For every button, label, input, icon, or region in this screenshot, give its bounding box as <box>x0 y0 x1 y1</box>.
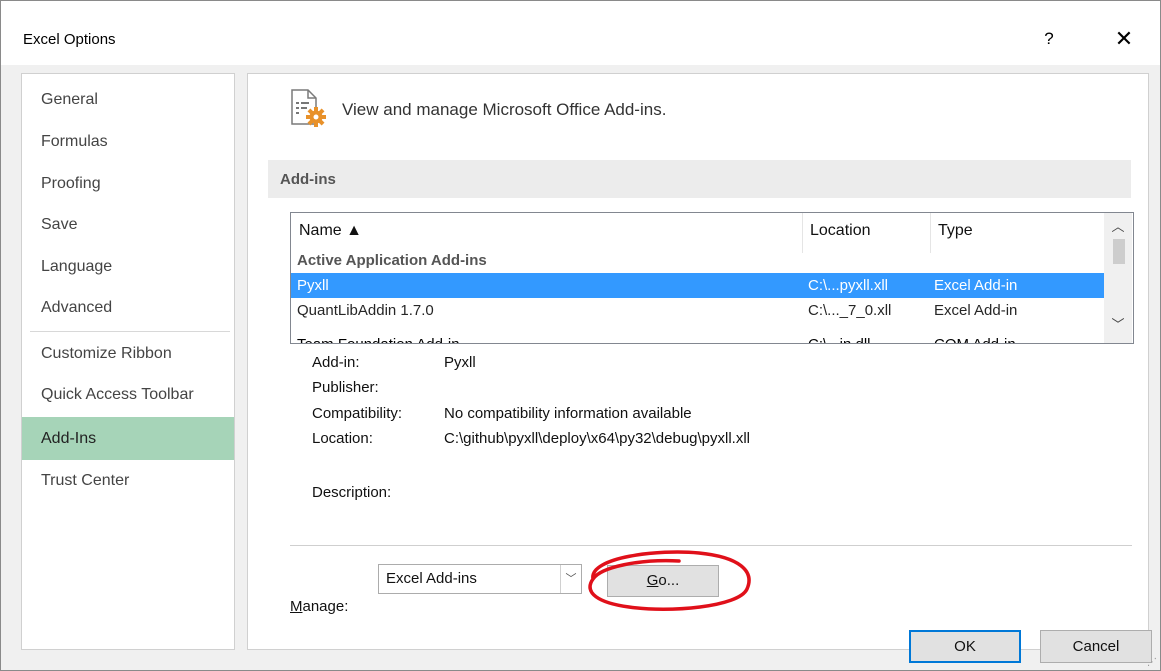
addin-label: Add-in: <box>312 354 360 371</box>
row-name: Pyxll <box>297 277 329 294</box>
sidebar-item-trust-center[interactable]: Trust Center <box>22 459 234 502</box>
column-header-type[interactable]: Type <box>938 213 973 249</box>
ok-button[interactable]: OK <box>909 630 1021 663</box>
sidebar-item-customize-ribbon[interactable]: Customize Ribbon <box>22 332 234 375</box>
page-header-text: View and manage Microsoft Office Add-ins… <box>342 100 667 119</box>
help-button[interactable]: ? <box>1029 19 1069 59</box>
manage-label-accesskey: M <box>290 598 303 615</box>
group-label: Active Application Add-ins <box>297 252 487 269</box>
location-label: Location: <box>312 430 373 447</box>
description-label: Description: <box>312 484 392 501</box>
row-type: COM Add-in <box>934 332 1016 343</box>
column-divider <box>802 213 803 253</box>
row-location: C:\...pyxll.xll <box>808 277 889 294</box>
section-header: Add-ins <box>268 160 1131 198</box>
row-type: Excel Add-in <box>934 302 1018 319</box>
addins-gear-icon <box>291 89 326 127</box>
compatibility-value: No compatibility information available <box>444 405 692 422</box>
publisher-label: Publisher: <box>312 379 379 396</box>
sidebar-nav: General Formulas Proofing Save Language … <box>21 73 235 650</box>
sidebar-item-proofing[interactable]: Proofing <box>22 162 234 205</box>
column-header-name[interactable]: Name ▲ <box>299 213 362 249</box>
chevron-down-icon[interactable]: ﹀ <box>560 565 581 593</box>
manage-label-rest: anage: <box>302 598 349 615</box>
sidebar-item-formulas[interactable]: Formulas <box>22 120 234 163</box>
title-bar: Excel Options ? ✕ <box>1 1 1160 65</box>
column-header-location[interactable]: Location <box>810 213 871 249</box>
sidebar-item-add-ins[interactable]: Add-Ins <box>22 417 234 460</box>
row-name: Team Foundation Add-in <box>297 332 460 343</box>
manage-select[interactable]: Excel Add-ins ﹀ <box>378 564 582 594</box>
sidebar-item-general[interactable]: General <box>22 78 234 121</box>
sidebar-item-save[interactable]: Save <box>22 203 234 246</box>
chevron-up-icon[interactable]: ︿ <box>1104 213 1132 237</box>
sidebar-item-quick-access-toolbar[interactable]: Quick Access Toolbar <box>22 373 234 416</box>
table-row[interactable]: QuantLibAddin 1.7.0 C:\..._7_0.xll Excel… <box>291 298 1104 323</box>
list-group-header: Active Application Add-ins <box>291 248 1104 273</box>
row-type: Excel Add-in <box>934 277 1018 294</box>
chevron-down-icon[interactable]: ﹀ <box>1104 313 1132 337</box>
row-name: QuantLibAddin 1.7.0 <box>297 302 434 319</box>
addin-value: Pyxll <box>444 354 476 371</box>
excel-options-dialog: Excel Options ? ✕ General Formulas Proof… <box>0 0 1161 671</box>
manage-select-value: Excel Add-ins <box>386 570 477 587</box>
compatibility-label: Compatibility: <box>312 405 403 422</box>
row-location: C:\..._7_0.xll <box>808 302 892 319</box>
table-row[interactable]: Team Foundation Add-in C:\...in.dll COM … <box>291 332 1104 343</box>
location-value: C:\github\pyxll\deploy\x64\py32\debug\py… <box>444 430 751 447</box>
sidebar-item-language[interactable]: Language <box>22 245 234 288</box>
cancel-button[interactable]: Cancel <box>1040 630 1152 663</box>
annotation-circle <box>588 550 751 611</box>
scroll-thumb[interactable] <box>1113 239 1125 264</box>
close-button[interactable]: ✕ <box>1104 19 1144 59</box>
table-row[interactable]: Pyxll C:\...pyxll.xll Excel Add-in <box>291 273 1104 298</box>
manage-label: Manage: <box>290 598 348 615</box>
resize-grip-icon[interactable]: ⋰ <box>1147 657 1157 668</box>
list-scrollbar[interactable]: ︿ ﹀ <box>1104 213 1132 343</box>
addins-list[interactable]: Name ▲ Location Type Active Application … <box>290 212 1134 344</box>
section-title: Add-ins <box>280 171 336 188</box>
column-divider <box>930 213 931 253</box>
row-location: C:\...in.dll <box>808 332 871 343</box>
sidebar-item-advanced[interactable]: Advanced <box>22 286 234 329</box>
window-title: Excel Options <box>23 31 116 48</box>
